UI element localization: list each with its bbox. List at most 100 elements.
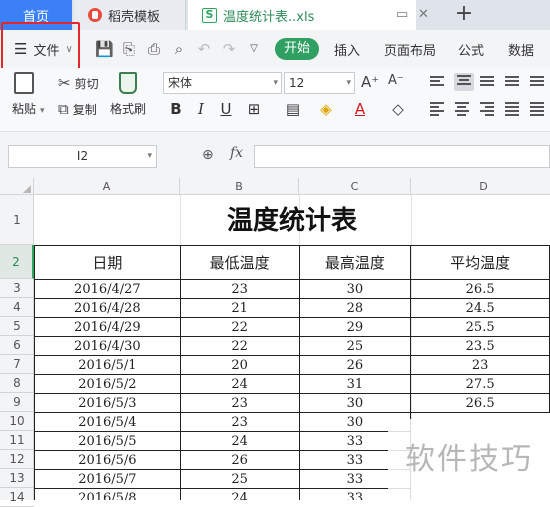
row-header-7[interactable]: 7 — [0, 355, 34, 374]
cell-min[interactable]: 23 — [179, 412, 300, 432]
row-header-10[interactable]: 10 — [0, 412, 34, 431]
align-left-icon[interactable] — [430, 100, 450, 118]
fill-style-icon[interactable]: ▤ — [283, 99, 303, 119]
cell-min[interactable]: 22 — [179, 336, 300, 356]
cell-min[interactable]: 23 — [179, 393, 300, 413]
cell-date[interactable]: 2016/4/29 — [34, 317, 181, 337]
header-date[interactable]: 日期 — [34, 245, 181, 280]
zoom-icon[interactable]: ⊕ — [202, 147, 214, 163]
cell-min[interactable]: 21 — [179, 298, 300, 318]
cell-min[interactable]: 23 — [179, 279, 300, 299]
fill-color-icon[interactable]: ◈ — [316, 99, 336, 119]
new-tab-plus-icon[interactable]: + — [450, 2, 478, 28]
print-preview-icon[interactable]: ⌕ — [170, 40, 188, 58]
cell-avg[interactable]: 25.5 — [410, 317, 550, 337]
cell-avg[interactable]: 26.5 — [410, 393, 550, 413]
format-painter-button[interactable]: 格式刷 — [110, 72, 146, 117]
cell-avg[interactable]: 23.5 — [410, 336, 550, 356]
justify-icon[interactable] — [505, 100, 525, 118]
column-header-c[interactable]: C — [299, 178, 411, 195]
bold-icon[interactable]: B — [166, 99, 186, 119]
align-middle-icon[interactable] — [454, 73, 474, 91]
font-name-select[interactable]: 宋体 ▾ — [163, 72, 282, 94]
font-size-select[interactable]: 12 ▾ — [284, 72, 355, 94]
cell-avg[interactable]: 23 — [410, 355, 550, 375]
row-header-4[interactable]: 4 — [0, 298, 34, 317]
save-icon[interactable]: 💾 — [95, 40, 114, 58]
cell-min[interactable]: 24 — [179, 374, 300, 394]
cell-date[interactable]: 2016/4/27 — [34, 279, 181, 299]
tab-daoke-templates[interactable]: 稻壳模板 — [74, 0, 186, 30]
row-header-1[interactable]: 1 — [0, 195, 34, 245]
align-right-icon[interactable] — [480, 100, 500, 118]
quick-access-dropdown-icon[interactable]: ▽ — [245, 40, 263, 58]
select-all-corner[interactable] — [0, 178, 34, 195]
column-header-b[interactable]: B — [180, 178, 299, 195]
sheet-title[interactable]: 温度统计表 — [34, 195, 550, 245]
cell-max[interactable]: 31 — [298, 374, 412, 394]
copy-button[interactable]: ⧉ 复制 — [58, 100, 97, 118]
tab-insert[interactable]: 插入 — [334, 40, 360, 59]
underline-icon[interactable]: U — [216, 99, 236, 119]
row-header-2[interactable]: 2 — [0, 245, 34, 279]
paste-dropdown-icon[interactable]: ▾ — [40, 106, 45, 116]
redo-icon[interactable]: ↷ — [220, 40, 238, 58]
row-header-14[interactable]: 14 — [0, 488, 34, 507]
cell-date[interactable]: 2016/5/4 — [34, 412, 181, 432]
cell-avg[interactable]: 24.5 — [410, 298, 550, 318]
align-center-icon[interactable] — [455, 100, 475, 118]
tab-window-icon[interactable]: ▭ — [396, 7, 408, 22]
cell-min[interactable]: 22 — [179, 317, 300, 337]
indent-decrease-icon[interactable] — [480, 74, 500, 92]
column-header-d[interactable]: D — [411, 178, 550, 195]
cell-min[interactable]: 26 — [179, 450, 300, 470]
header-min-temp[interactable]: 最低温度 — [179, 245, 300, 280]
name-box[interactable]: I2 ▾ — [8, 145, 157, 168]
row-header-3[interactable]: 3 — [0, 279, 34, 298]
indent-increase-icon[interactable] — [505, 74, 525, 92]
cell-max[interactable]: 29 — [298, 317, 412, 337]
tab-data[interactable]: 数据 — [508, 40, 534, 59]
fx-icon[interactable]: fx — [230, 145, 243, 161]
distributed-icon[interactable] — [530, 100, 550, 118]
align-top-icon[interactable] — [430, 74, 450, 92]
row-header-11[interactable]: 11 — [0, 431, 34, 450]
clear-format-icon[interactable]: ◇ — [388, 99, 408, 119]
tab-close-icon[interactable]: ✕ — [418, 7, 429, 22]
cut-button[interactable]: ✂ 剪切 — [58, 74, 99, 92]
cell-max[interactable]: 26 — [298, 355, 412, 375]
increase-font-icon[interactable]: A⁺ — [361, 73, 379, 91]
cell-date[interactable]: 2016/4/30 — [34, 336, 181, 356]
header-avg-temp[interactable]: 平均温度 — [410, 245, 550, 280]
formula-input[interactable] — [254, 145, 550, 168]
cell-date[interactable]: 2016/5/8 — [34, 488, 181, 500]
border-icon[interactable]: ⊞ — [244, 99, 264, 119]
cell-min[interactable]: 25 — [179, 469, 300, 489]
decrease-font-icon[interactable]: A⁻ — [388, 73, 404, 88]
tab-document[interactable]: S 温度统计表..xls — [188, 0, 416, 30]
cell-min[interactable]: 24 — [179, 488, 300, 500]
header-max-temp[interactable]: 最高温度 — [298, 245, 412, 280]
italic-icon[interactable]: I — [191, 99, 211, 119]
cell-max[interactable]: 28 — [298, 298, 412, 318]
cell-date[interactable]: 2016/5/2 — [34, 374, 181, 394]
cell-date[interactable]: 2016/4/28 — [34, 298, 181, 318]
cell-avg[interactable]: 26.5 — [410, 279, 550, 299]
export-pdf-icon[interactable]: ⎘ — [120, 40, 138, 58]
tab-page-layout[interactable]: 页面布局 — [384, 40, 436, 59]
cell-avg[interactable]: 27.5 — [410, 374, 550, 394]
row-header-6[interactable]: 6 — [0, 336, 34, 355]
print-icon[interactable]: ⎙ — [145, 40, 163, 58]
wrap-icon[interactable] — [530, 74, 550, 92]
tab-formula[interactable]: 公式 — [458, 40, 484, 59]
row-header-9[interactable]: 9 — [0, 393, 34, 412]
column-header-a[interactable]: A — [34, 178, 180, 195]
undo-icon[interactable]: ↶ — [195, 40, 213, 58]
row-header-13[interactable]: 13 — [0, 469, 34, 488]
cell-date[interactable]: 2016/5/6 — [34, 450, 181, 470]
paste-button[interactable]: 粘贴 — [12, 72, 36, 117]
cell-date[interactable]: 2016/5/7 — [34, 469, 181, 489]
cell-date[interactable]: 2016/5/5 — [34, 431, 181, 451]
row-header-5[interactable]: 5 — [0, 317, 34, 336]
font-color-icon[interactable]: A — [350, 99, 370, 119]
